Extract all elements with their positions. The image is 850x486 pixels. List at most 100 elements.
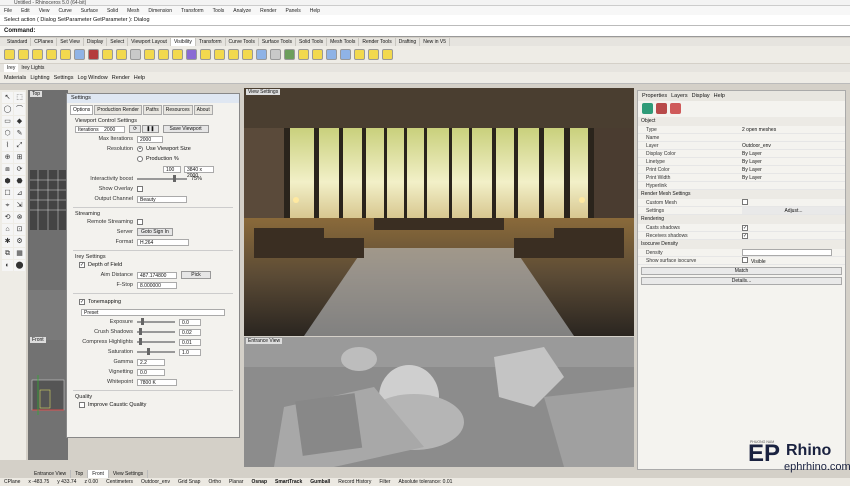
status-record-history[interactable]: Record History	[338, 478, 371, 486]
tool-icon[interactable]: ⊿	[14, 188, 25, 199]
tool-icon[interactable]: ⊕	[2, 152, 13, 163]
status-osnap[interactable]: Osnap	[251, 478, 267, 486]
adjust-button[interactable]: Adjust...	[742, 207, 845, 214]
toolbar-icon[interactable]	[130, 49, 141, 60]
tool-icon[interactable]: ▭	[2, 116, 13, 127]
compress-highlights-field[interactable]: 0.01	[179, 338, 201, 346]
depth-of-field-checkbox[interactable]: ✓	[79, 262, 85, 268]
property-value[interactable]	[742, 182, 845, 189]
crush-shadows-field[interactable]: 0.02	[179, 328, 201, 336]
toolbar-icon[interactable]	[32, 49, 43, 60]
subtab-irey-lights[interactable]: Irey Lights	[18, 64, 47, 72]
menu-curve[interactable]: Curve	[58, 8, 71, 14]
visible-checkbox[interactable]	[742, 257, 748, 263]
tool-icon[interactable]: ◐	[2, 260, 13, 271]
gamma-field[interactable]: 2.2	[137, 358, 165, 366]
saturation-slider[interactable]	[137, 348, 175, 355]
tab-surface-tools[interactable]: Surface Tools	[259, 38, 297, 46]
interactivity-slider[interactable]	[137, 175, 187, 182]
tool-icon[interactable]: ✱	[2, 236, 13, 247]
tool-icon[interactable]: ⬚	[14, 92, 25, 103]
status-filter[interactable]: Filter	[379, 478, 390, 486]
render-menu-help[interactable]: Help	[134, 75, 145, 81]
status-ortho[interactable]: Ortho	[208, 478, 221, 486]
toolbar-icon[interactable]	[172, 49, 183, 60]
settings-tab-resources[interactable]: Resources	[162, 105, 193, 115]
menu-analyze[interactable]: Analyze	[233, 8, 251, 14]
render-menu-lighting[interactable]: Lighting	[30, 75, 49, 81]
menu-file[interactable]: File	[4, 8, 12, 14]
tab-drafting[interactable]: Drafting	[396, 38, 421, 46]
property-value[interactable]	[742, 134, 845, 141]
production-size-field[interactable]: 3840 x 2000	[184, 165, 214, 179]
toolbar-icon[interactable]	[60, 49, 71, 60]
toolbar-icon[interactable]	[270, 49, 281, 60]
fstop-field[interactable]: 8.000000	[137, 281, 177, 289]
remote-streaming-checkbox[interactable]	[137, 219, 143, 225]
render-menu-render[interactable]: Render	[112, 75, 130, 81]
tool-icon[interactable]: ⤢	[14, 140, 25, 151]
tool-icon[interactable]: ⊡	[14, 224, 25, 235]
material-icon[interactable]	[656, 103, 667, 114]
toolbar-icon[interactable]	[200, 49, 211, 60]
toolbar-icon[interactable]	[312, 49, 323, 60]
tab-new-in-v5[interactable]: New in V5	[420, 38, 451, 46]
properties-tab-layers[interactable]: Layers	[671, 93, 688, 99]
toolbar-icon[interactable]	[368, 49, 379, 60]
properties-tab-display[interactable]: Display	[692, 93, 710, 99]
tool-icon[interactable]: ✎	[14, 128, 25, 139]
tool-icon[interactable]: ⌂	[2, 224, 13, 235]
aim-distance-field[interactable]: 487.174800	[137, 271, 177, 279]
status-x-483-75[interactable]: x -483.75	[28, 478, 49, 486]
menu-transform[interactable]: Transform	[181, 8, 204, 14]
entrance-viewport[interactable]: Entrance View	[244, 337, 634, 467]
menu-help[interactable]: Help	[310, 8, 320, 14]
toolbar-icon[interactable]	[214, 49, 225, 60]
status-gumball[interactable]: Gumball	[310, 478, 330, 486]
tool-icon[interactable]: ▦	[14, 248, 25, 259]
match-button[interactable]: Match	[641, 267, 842, 275]
viewport-tab-view-settings[interactable]: View Settings	[109, 470, 149, 478]
status-planar[interactable]: Planar	[229, 478, 243, 486]
viewport-label-view-settings[interactable]: View Settings	[246, 89, 281, 95]
pause-icon[interactable]: ❚❚	[142, 125, 159, 133]
status-smarttrack[interactable]: SmartTrack	[275, 478, 302, 486]
menu-solid[interactable]: Solid	[107, 8, 118, 14]
render-viewport[interactable]: View Settings	[244, 88, 634, 336]
output-channel-select[interactable]: Beauty	[137, 195, 187, 203]
tab-set-view[interactable]: Set View	[57, 38, 84, 46]
receives-shadows-checkbox[interactable]: ✓	[742, 233, 748, 239]
toolbar-icon[interactable]	[228, 49, 239, 60]
toolbar-icon[interactable]	[298, 49, 309, 60]
subtab-irey[interactable]: Irey	[4, 64, 19, 72]
toolbar-icon[interactable]	[144, 49, 155, 60]
properties-tab-properties[interactable]: Properties	[642, 93, 667, 99]
settings-tab-about[interactable]: About	[193, 105, 213, 115]
toolbar-icon[interactable]	[102, 49, 113, 60]
property-value[interactable]: By Layer	[742, 150, 845, 157]
property-value[interactable]: 2 open meshes	[742, 126, 845, 133]
custom-mesh-checkbox[interactable]	[742, 199, 748, 205]
preset-select[interactable]: Preset	[81, 308, 225, 316]
settings-tab-production-render[interactable]: Production Render	[94, 105, 142, 115]
status-cplane[interactable]: CPlane	[4, 478, 20, 486]
tab-standard[interactable]: Standard	[4, 38, 32, 46]
tool-icon[interactable]: ⧈	[2, 164, 13, 175]
toolbar-icon[interactable]	[116, 49, 127, 60]
menu-tools[interactable]: Tools	[213, 8, 225, 14]
viewport-tab-entrance-view[interactable]: Entrance View	[30, 470, 72, 478]
toolbar-icon[interactable]	[340, 49, 351, 60]
property-value[interactable]: By Layer	[742, 166, 845, 173]
toolbar-icon[interactable]	[354, 49, 365, 60]
whitepoint-field[interactable]: 7800 K	[137, 378, 177, 386]
toolbar-icon[interactable]	[74, 49, 85, 60]
tool-icon[interactable]: ⬤	[14, 260, 25, 271]
toolbar-icon[interactable]	[186, 49, 197, 60]
menu-render[interactable]: Render	[260, 8, 276, 14]
menu-edit[interactable]: Edit	[21, 8, 30, 14]
command-prompt[interactable]: Command:	[0, 26, 850, 37]
use-viewport-size-radio[interactable]: •	[137, 146, 143, 152]
save-viewport-button[interactable]: Save Viewport	[162, 125, 209, 133]
light-icon[interactable]	[670, 103, 681, 114]
vignetting-field[interactable]: 0.0	[137, 368, 165, 376]
